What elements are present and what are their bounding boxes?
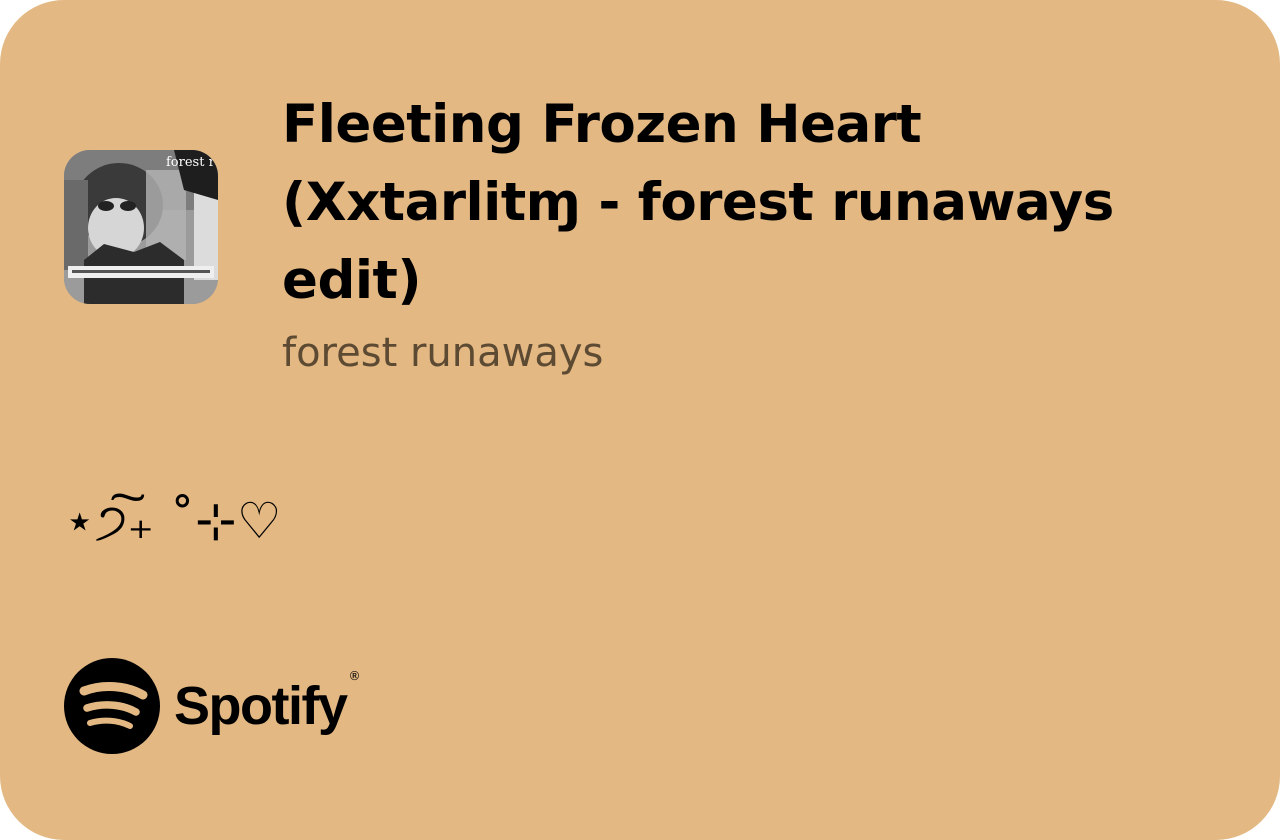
- registered-trademark: ®: [348, 669, 361, 683]
- spotify-wordmark: Spotify ®: [174, 669, 360, 737]
- album-artwork-image: forest runaways: [64, 150, 218, 304]
- spotify-share-card: forest runaways Fleeting Frozen Heart (X…: [0, 0, 1280, 840]
- artist-name[interactable]: forest runaways: [282, 326, 603, 380]
- decorative-caption: ⋆੭͠₊ ˚⊹♡: [64, 492, 282, 550]
- album-artwork[interactable]: forest runaways: [64, 150, 218, 304]
- track-title[interactable]: Fleeting Frozen Heart (Xxtarlitɱ - fores…: [282, 86, 1212, 320]
- spotify-wordmark-text: Spotify: [174, 676, 348, 736]
- spotify-logo-icon: [64, 658, 160, 754]
- spotify-brand[interactable]: Spotify ®: [64, 658, 360, 754]
- artwork-text: forest runaways: [166, 155, 218, 170]
